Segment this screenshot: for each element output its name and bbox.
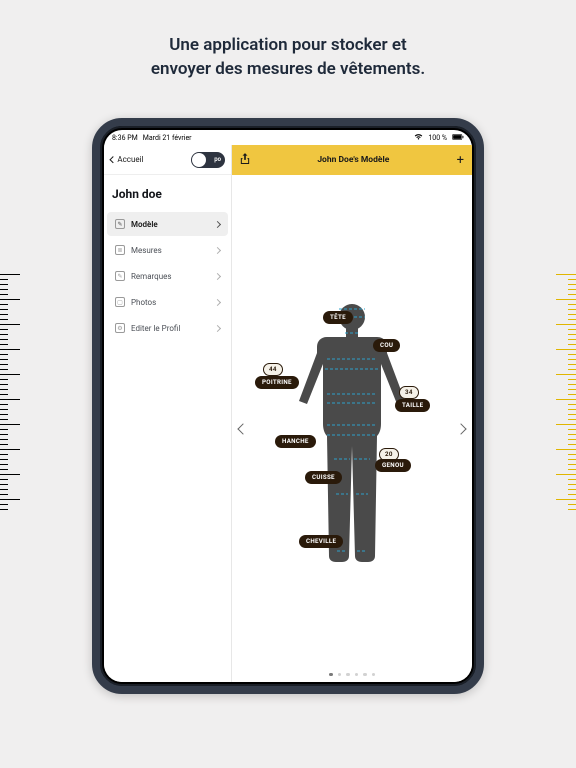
chevron-right-icon (214, 220, 221, 227)
carousel-next[interactable] (452, 409, 470, 449)
sidebar-item-label: Editer le Profil (131, 324, 209, 333)
carousel-dots (232, 673, 472, 677)
add-button[interactable]: + (457, 153, 464, 168)
template-icon: ✎ (115, 219, 125, 229)
label-genou[interactable]: GENOU (375, 459, 411, 472)
chevron-right-icon (214, 298, 221, 305)
profile-name: John doe (104, 175, 231, 211)
chevron-left-icon (109, 156, 117, 164)
main-panel: John Doe's Modèle + (232, 145, 472, 682)
label-taille[interactable]: TAILLE (395, 399, 430, 412)
chevron-right-icon (455, 423, 466, 434)
value-poitrine[interactable]: 44 (263, 363, 283, 377)
label-cuisse[interactable]: CUISSE (305, 471, 342, 484)
carousel-dot[interactable] (363, 673, 367, 677)
sidebar-item-remarques[interactable]: ✎ Remarques (107, 264, 228, 288)
body-figure: TÊTE COU 44 POITRINE 34 TAILLE HANCHE CU… (287, 299, 417, 609)
sidebar-header: Accueil po (104, 145, 231, 175)
unit-toggle-label: po (214, 156, 221, 163)
ruler-decoration-right (546, 270, 576, 550)
sidebar-menu: ✎ Modèle ≣ Mesures ✎ Remarques (104, 211, 231, 341)
share-button[interactable] (240, 153, 250, 168)
battery-icon (452, 134, 464, 142)
status-bar: 8:36 PM Mardi 21 février 100 % (104, 130, 472, 145)
label-hanche[interactable]: HANCHE (275, 435, 316, 448)
sidebar: Accueil po John doe ✎ Modèle ≣ (104, 145, 232, 682)
carousel-dot[interactable] (338, 673, 342, 677)
value-taille[interactable]: 34 (399, 386, 419, 400)
main-header: John Doe's Modèle + (232, 145, 472, 175)
sidebar-item-modele[interactable]: ✎ Modèle (107, 212, 228, 236)
promo-caption: Une application pour stocker et envoyer … (0, 34, 576, 82)
carousel-dot[interactable] (355, 673, 359, 677)
label-cheville[interactable]: CHEVILLE (299, 535, 343, 548)
sidebar-item-label: Remarques (131, 272, 209, 281)
main-title: John Doe's Modèle (250, 155, 457, 165)
label-cou[interactable]: COU (373, 339, 400, 352)
status-date: Mardi 21 février (143, 134, 192, 142)
label-poitrine[interactable]: POITRINE (255, 376, 299, 389)
chevron-right-icon (214, 246, 221, 253)
carousel-dot[interactable] (329, 673, 333, 677)
body-model-stage: TÊTE COU 44 POITRINE 34 TAILLE HANCHE CU… (232, 175, 472, 682)
toggle-knob (192, 153, 206, 167)
edit-icon: ⚙ (115, 323, 125, 333)
promo-line-2: envoyer des mesures de vêtements. (0, 58, 576, 82)
measurements-icon: ≣ (115, 245, 125, 255)
unit-toggle[interactable]: po (191, 152, 225, 168)
sidebar-item-mesures[interactable]: ≣ Mesures (107, 238, 228, 262)
share-icon (240, 153, 250, 165)
status-battery: 100 % (428, 134, 447, 142)
wifi-icon (414, 133, 423, 142)
carousel-dot[interactable] (372, 673, 376, 677)
chevron-left-icon (237, 423, 248, 434)
sidebar-item-label: Modèle (131, 220, 209, 229)
sidebar-item-editer-profil[interactable]: ⚙ Editer le Profil (107, 316, 228, 340)
carousel-dot[interactable] (346, 673, 350, 677)
sidebar-item-label: Photos (131, 298, 209, 307)
screen: 8:36 PM Mardi 21 février 100 % Accueil (104, 130, 472, 682)
label-tete[interactable]: TÊTE (323, 311, 353, 324)
promo-line-1: Une application pour stocker et (0, 34, 576, 58)
carousel-prev[interactable] (234, 409, 252, 449)
chevron-right-icon (214, 272, 221, 279)
status-time: 8:36 PM (112, 134, 138, 142)
sidebar-item-photos[interactable]: ▢ Photos (107, 290, 228, 314)
back-label: Accueil (117, 155, 143, 164)
back-button[interactable]: Accueil (110, 155, 144, 164)
device-frame: 8:36 PM Mardi 21 février 100 % Accueil (92, 118, 484, 694)
ruler-decoration-left (0, 270, 30, 550)
chevron-right-icon (214, 324, 221, 331)
sidebar-item-label: Mesures (131, 246, 209, 255)
notes-icon: ✎ (115, 271, 125, 281)
photos-icon: ▢ (115, 297, 125, 307)
